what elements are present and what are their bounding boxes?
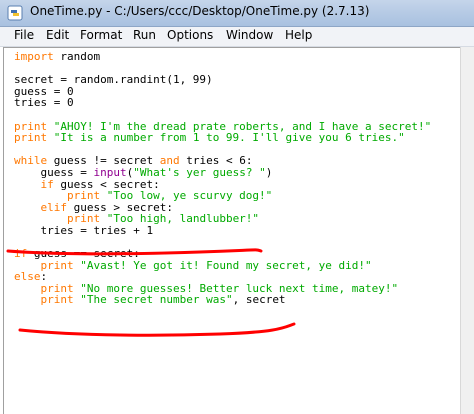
code-line[interactable]: print "It is a number from 1 to 99. I'll… bbox=[14, 132, 431, 144]
code-string: "It is a number from 1 to 99. I'll give … bbox=[53, 131, 405, 145]
title-bar[interactable]: OneTime.py - C:/Users/ccc/Desktop/OneTim… bbox=[0, 0, 474, 27]
code-text: , secret bbox=[232, 293, 286, 307]
code-line[interactable]: print "The secret number was", secret bbox=[14, 294, 431, 306]
code-text: tries = 0 bbox=[14, 96, 74, 110]
menu-bar: File Edit Format Run Options Window Help bbox=[0, 27, 474, 47]
python-idle-icon bbox=[7, 5, 23, 21]
source-code[interactable]: import random secret = random.randint(1,… bbox=[14, 51, 431, 306]
code-line[interactable]: tries = tries + 1 bbox=[14, 225, 431, 237]
menu-run[interactable]: Run bbox=[133, 28, 156, 42]
code-text: tries = tries + 1 bbox=[14, 223, 154, 237]
code-editor[interactable]: import random secret = random.randint(1,… bbox=[3, 47, 461, 414]
menu-help[interactable]: Help bbox=[285, 28, 312, 42]
code-line[interactable]: guess = 0 bbox=[14, 85, 431, 98]
window-title: OneTime.py - C:/Users/ccc/Desktop/OneTim… bbox=[30, 4, 370, 18]
menu-file[interactable]: File bbox=[14, 28, 34, 42]
code-line[interactable]: print "Avast! Ye got it! Found my secret… bbox=[14, 258, 431, 272]
code-keyword: print bbox=[40, 293, 74, 307]
code-line[interactable]: secret = random.randint(1, 99) bbox=[14, 74, 431, 86]
vertical-scrollbar[interactable] bbox=[460, 47, 474, 414]
code-text: random bbox=[53, 50, 101, 63]
idle-editor-window: OneTime.py - C:/Users/ccc/Desktop/OneTim… bbox=[0, 0, 474, 414]
menu-edit[interactable]: Edit bbox=[46, 28, 69, 42]
menu-window[interactable]: Window bbox=[226, 28, 273, 42]
menu-format[interactable]: Format bbox=[80, 28, 122, 42]
code-text: ) bbox=[265, 165, 273, 179]
code-line[interactable]: import random bbox=[14, 51, 431, 63]
code-string: "The secret number was" bbox=[80, 293, 233, 307]
menu-options[interactable]: Options bbox=[167, 28, 213, 42]
code-line[interactable]: tries = 0 bbox=[14, 97, 431, 109]
code-string: "Avast! Ye got it! Found my secret, ye d… bbox=[80, 258, 372, 272]
